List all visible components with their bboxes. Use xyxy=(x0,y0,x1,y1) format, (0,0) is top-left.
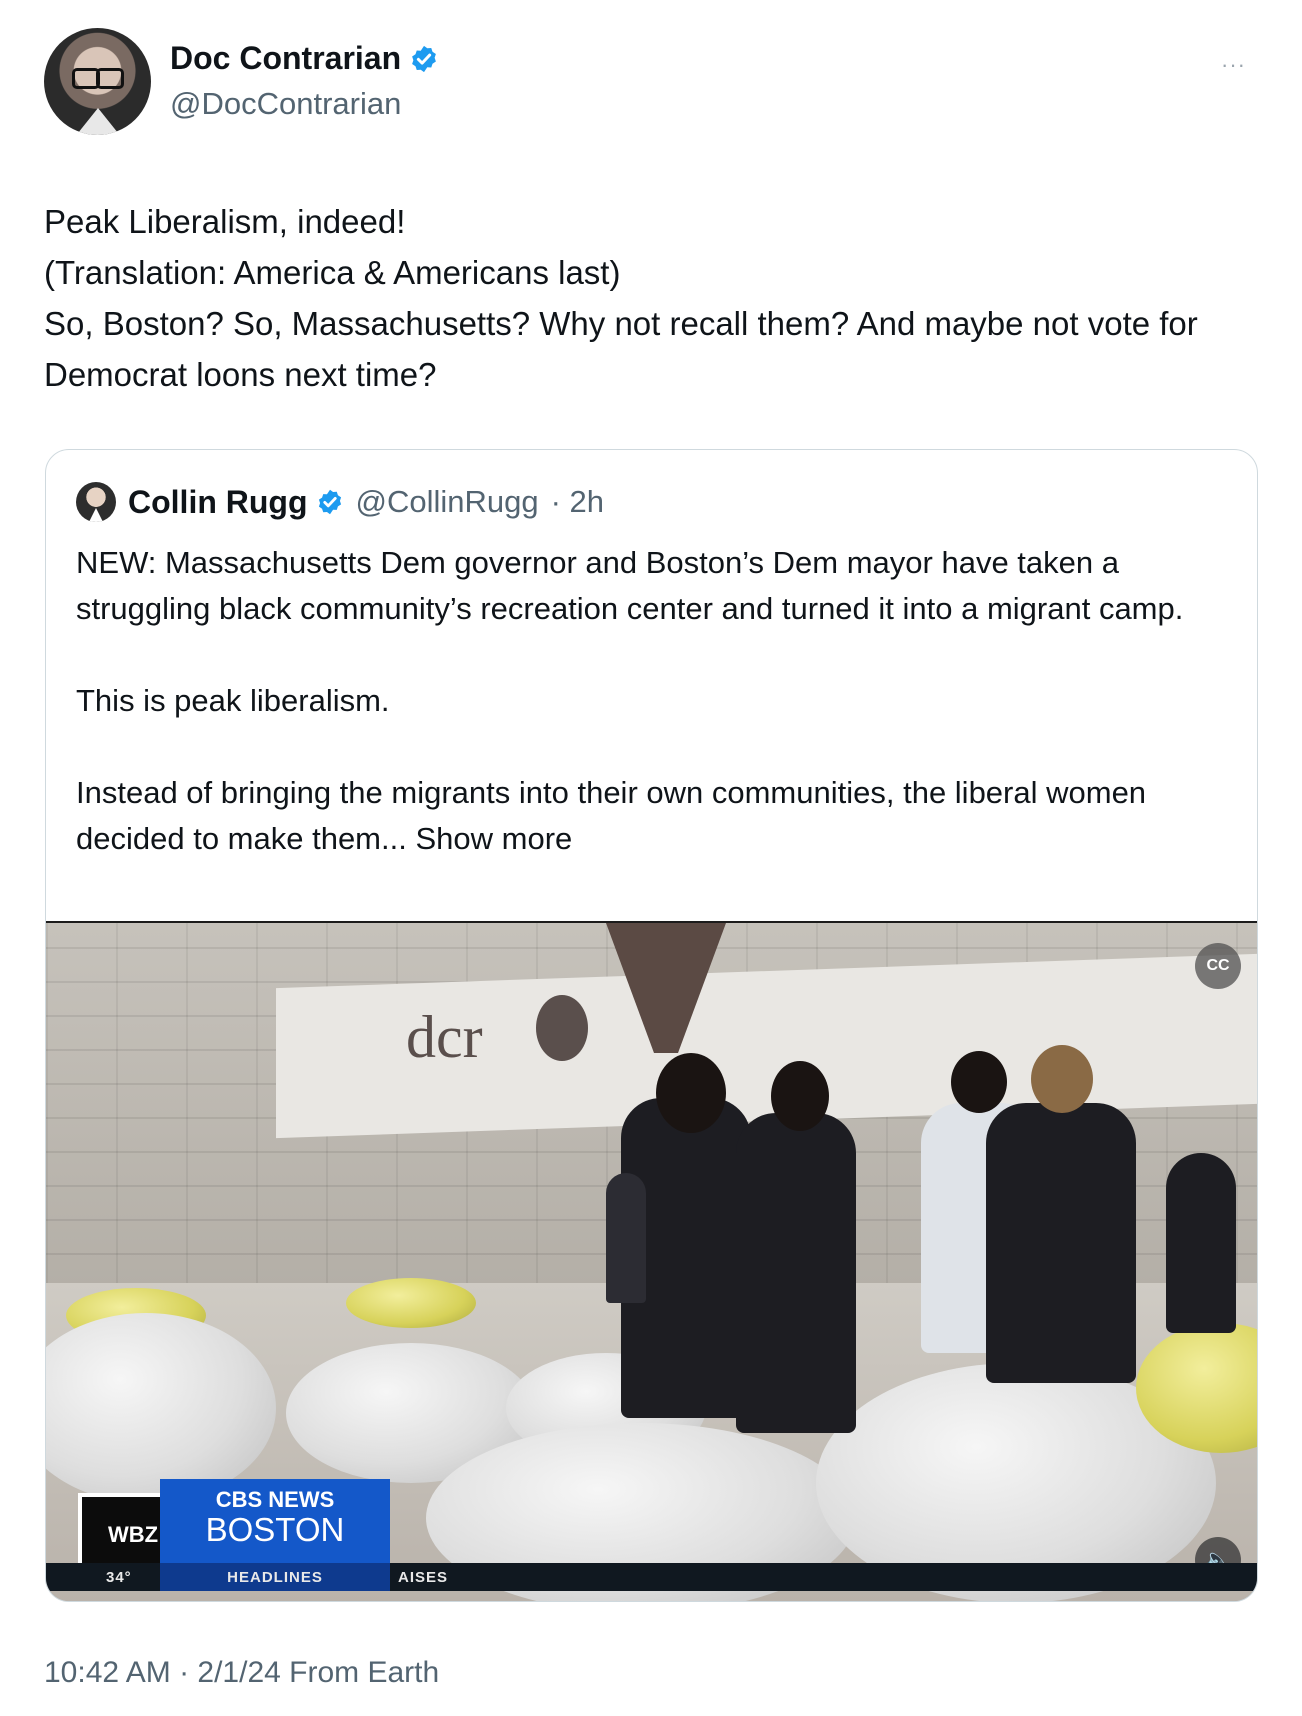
person-head xyxy=(656,1053,726,1133)
quoted-display-name[interactable]: Collin Rugg xyxy=(128,484,308,521)
captions-icon[interactable]: CC xyxy=(1195,943,1241,989)
person-head xyxy=(771,1061,829,1131)
ticker-text: AISES xyxy=(398,1569,449,1586)
cot xyxy=(346,1278,476,1328)
show-more-link[interactable]: Show more xyxy=(415,821,572,856)
tweet-text: Peak Liberalism, indeed! (Translation: A… xyxy=(44,203,1198,393)
person-head xyxy=(1031,1045,1093,1113)
ticker-temperature: 34° xyxy=(106,1569,132,1586)
quoted-handle[interactable]: @CollinRugg xyxy=(356,484,539,520)
dcr-leaf-icon xyxy=(536,995,588,1061)
author-display-name[interactable]: Doc Contrarian xyxy=(170,40,401,77)
quoted-body: NEW: Massachusetts Dem governor and Bost… xyxy=(76,545,1184,856)
avatar-glasses xyxy=(72,68,124,89)
dcr-sign: dcr xyxy=(406,1004,483,1070)
person xyxy=(986,1103,1136,1383)
ticker-label: HEADLINES xyxy=(160,1563,390,1591)
quoted-time: · 2h xyxy=(550,484,605,519)
tweet-header: Doc Contrarian @DocContrarian ··· xyxy=(44,28,1258,138)
verified-badge-icon xyxy=(412,45,437,72)
author-avatar[interactable] xyxy=(44,28,151,135)
quoted-tweet-card[interactable]: Collin Rugg @CollinRugg · 2h NEW: Massac… xyxy=(45,449,1258,1602)
network-logo: CBS NEWS BOSTON xyxy=(160,1479,390,1565)
author-handle[interactable]: @DocContrarian xyxy=(170,86,401,122)
person-head xyxy=(951,1051,1007,1113)
tweet-timestamp[interactable]: 10:42 AM · 2/1/24 From Earth xyxy=(44,1656,439,1690)
news-ticker: 34° HEADLINES AISES xyxy=(46,1563,1257,1591)
more-options-icon[interactable]: ··· xyxy=(1221,52,1246,78)
quoted-header: Collin Rugg @CollinRugg · 2h xyxy=(76,480,604,524)
network-line2: BOSTON xyxy=(205,1511,345,1548)
quoted-video[interactable]: dcr CC 🔈 WBZ CBS NEWS BOSTON 34° HEADLIN… xyxy=(46,921,1257,1601)
avatar-shirt xyxy=(74,108,122,135)
person xyxy=(606,1173,646,1303)
quoted-verified-badge-icon xyxy=(318,489,341,515)
quoted-avatar[interactable] xyxy=(76,482,116,522)
author-name-row: Doc Contrarian xyxy=(170,40,439,77)
person xyxy=(736,1113,856,1433)
person xyxy=(1166,1153,1236,1333)
network-line1: CBS NEWS xyxy=(215,1487,335,1512)
quoted-text: NEW: Massachusetts Dem governor and Bost… xyxy=(76,540,1226,862)
